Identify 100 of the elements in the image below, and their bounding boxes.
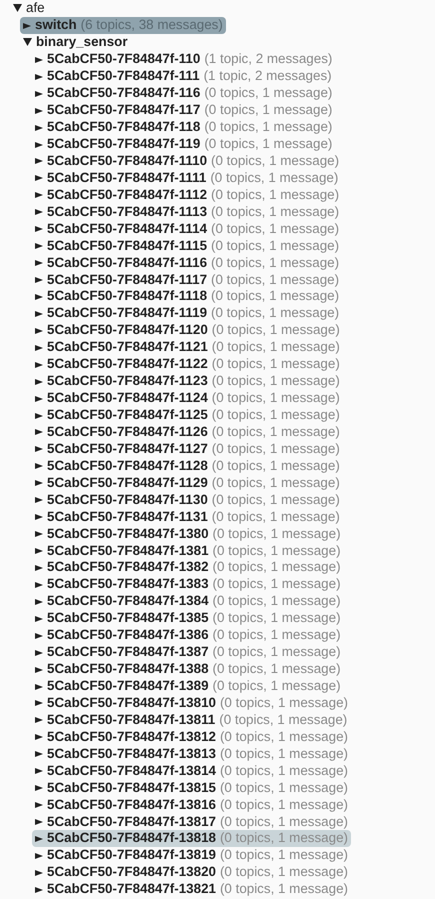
- tree-item[interactable]: 5CabCF50-7F84847f-1383 (0 topics, 1 message): [32, 576, 344, 594]
- expand-triangle-icon[interactable]: [35, 564, 43, 571]
- collapse-triangle-icon[interactable]: [23, 38, 32, 46]
- expand-triangle-icon[interactable]: [35, 666, 43, 673]
- tree-item[interactable]: 5CabCF50-7F84847f-1386 (0 topics, 1 message): [32, 627, 344, 644]
- expand-triangle-icon[interactable]: [35, 142, 43, 148]
- tree-item[interactable]: 5CabCF50-7F84847f-1124 (0 topics, 1 message): [32, 390, 343, 408]
- expand-triangle-icon[interactable]: [35, 717, 43, 724]
- tree-item[interactable]: 5CabCF50-7F84847f-13814 (0 topics, 1 message): [32, 762, 351, 780]
- tree-item[interactable]: 5CabCF50-7F84847f-119 (0 topics, 1 message): [32, 136, 336, 153]
- expand-triangle-icon[interactable]: [35, 90, 43, 97]
- expand-triangle-icon[interactable]: [35, 531, 43, 538]
- expand-triangle-icon[interactable]: [35, 412, 43, 418]
- tree-item[interactable]: 5CabCF50-7F84847f-1112 (0 topics, 1 message): [32, 186, 342, 204]
- tree-item[interactable]: 5CabCF50-7F84847f-117 (0 topics, 1 message): [32, 102, 336, 120]
- expand-triangle-icon[interactable]: [35, 632, 43, 639]
- expand-triangle-icon[interactable]: [35, 328, 43, 334]
- tree-item[interactable]: 5CabCF50-7F84847f-118 (0 topics, 1 message): [32, 119, 336, 136]
- expand-triangle-icon[interactable]: [35, 310, 43, 317]
- expand-triangle-icon[interactable]: [35, 616, 43, 622]
- tree-item[interactable]: 5CabCF50-7F84847f-1114 (0 topics, 1 message): [32, 220, 342, 238]
- expand-triangle-icon[interactable]: [35, 700, 43, 706]
- expand-triangle-icon[interactable]: [35, 802, 43, 808]
- expand-triangle-icon[interactable]: [35, 277, 43, 283]
- tree-item[interactable]: 5CabCF50-7F84847f-1126 (0 topics, 1 message): [32, 424, 343, 441]
- tree-item[interactable]: 5CabCF50-7F84847f-1117 (0 topics, 1 message): [32, 272, 342, 288]
- expand-triangle-icon[interactable]: [35, 429, 43, 436]
- tree-item[interactable]: 5CabCF50-7F84847f-1380 (0 topics, 1 message): [32, 526, 344, 543]
- tree-item[interactable]: 5CabCF50-7F84847f-1130 (0 topics, 1 message): [32, 492, 343, 509]
- tree-item[interactable]: 5CabCF50-7F84847f-1110 (0 topics, 1 message): [32, 152, 342, 170]
- expand-triangle-icon[interactable]: [35, 870, 43, 876]
- tree-item[interactable]: 5CabCF50-7F84847f-13820 (0 topics, 1 message): [32, 864, 351, 882]
- expand-triangle-icon[interactable]: [35, 209, 43, 216]
- tree-item[interactable]: 5CabCF50-7F84847f-1111 (0 topics, 1 message): [32, 170, 342, 187]
- tree-item[interactable]: 5CabCF50-7F84847f-13816 (0 topics, 1 message): [32, 796, 351, 814]
- expand-triangle-icon[interactable]: [35, 582, 43, 588]
- tree-item[interactable]: 5CabCF50-7F84847f-1122 (0 topics, 1 message): [32, 356, 343, 374]
- expand-triangle-icon[interactable]: [35, 598, 43, 605]
- expand-triangle-icon[interactable]: [35, 362, 43, 368]
- expand-triangle-icon[interactable]: [35, 650, 43, 656]
- tree-item[interactable]: binary_sensor: [20, 34, 131, 51]
- expand-triangle-icon[interactable]: [35, 175, 43, 182]
- expand-triangle-icon[interactable]: [35, 514, 43, 520]
- expand-triangle-icon[interactable]: [35, 497, 43, 504]
- expand-triangle-icon[interactable]: [35, 378, 43, 385]
- expand-triangle-icon[interactable]: [35, 124, 43, 131]
- expand-triangle-icon[interactable]: [35, 785, 43, 792]
- expand-triangle-icon[interactable]: [35, 836, 43, 842]
- expand-triangle-icon[interactable]: [35, 108, 43, 114]
- tree-item[interactable]: 5CabCF50-7F84847f-1116 (0 topics, 1 message): [32, 254, 342, 272]
- expand-triangle-icon[interactable]: [35, 192, 43, 198]
- tree-item[interactable]: 5CabCF50-7F84847f-1382 (0 topics, 1 message): [32, 559, 344, 576]
- tree-item[interactable]: 5CabCF50-7F84847f-1381 (0 topics, 1 message): [32, 542, 344, 560]
- tree-item[interactable]: 5CabCF50-7F84847f-1119 (0 topics, 1 message): [32, 305, 342, 322]
- tree-item[interactable]: 5CabCF50-7F84847f-1385 (0 topics, 1 message): [32, 610, 344, 628]
- tree-item[interactable]: 5CabCF50-7F84847f-1113 (0 topics, 1 message): [32, 204, 342, 221]
- expand-triangle-icon[interactable]: [35, 226, 43, 232]
- expand-triangle-icon[interactable]: [35, 548, 43, 554]
- tree-item[interactable]: 5CabCF50-7F84847f-110 (1 topic, 2 messages): [32, 51, 336, 68]
- tree-item[interactable]: 5CabCF50-7F84847f-1118 (0 topics, 1 message): [32, 288, 342, 306]
- tree-item[interactable]: 5CabCF50-7F84847f-1123 (0 topics, 1 message): [32, 373, 343, 390]
- expand-triangle-icon[interactable]: [35, 260, 43, 266]
- tree-item[interactable]: 5CabCF50-7F84847f-13818 (0 topics, 1 message): [32, 830, 351, 848]
- tree-item[interactable]: 5CabCF50-7F84847f-111 (1 topic, 2 messages): [32, 68, 335, 86]
- tree-item[interactable]: 5CabCF50-7F84847f-13819 (0 topics, 1 message): [32, 847, 351, 864]
- expand-triangle-icon[interactable]: [35, 886, 43, 893]
- tree-item[interactable]: 5CabCF50-7F84847f-1131 (0 topics, 1 message): [32, 508, 343, 526]
- tree-item[interactable]: 5CabCF50-7F84847f-1388 (0 topics, 1 message): [32, 661, 344, 678]
- expand-triangle-icon[interactable]: [35, 158, 43, 164]
- expand-triangle-icon[interactable]: [35, 243, 43, 250]
- expand-triangle-icon[interactable]: [23, 22, 31, 29]
- expand-triangle-icon[interactable]: [35, 56, 43, 63]
- expand-triangle-icon[interactable]: [35, 768, 43, 774]
- tree-item[interactable]: 5CabCF50-7F84847f-1129 (0 topics, 1 message): [32, 474, 343, 492]
- tree-item[interactable]: 5CabCF50-7F84847f-13810 (0 topics, 1 message): [32, 694, 351, 712]
- expand-triangle-icon[interactable]: [35, 396, 43, 402]
- tree-item[interactable]: 5CabCF50-7F84847f-13817 (0 topics, 1 message): [32, 814, 351, 830]
- tree-item[interactable]: 5CabCF50-7F84847f-1127 (0 topics, 1 message): [32, 440, 343, 458]
- tree-item[interactable]: 5CabCF50-7F84847f-1115 (0 topics, 1 message): [32, 238, 342, 255]
- collapse-triangle-icon[interactable]: [13, 4, 22, 12]
- expand-triangle-icon[interactable]: [35, 684, 43, 690]
- tree-item[interactable]: 5CabCF50-7F84847f-1121 (0 topics, 1 message): [32, 339, 343, 356]
- tree-item[interactable]: 5CabCF50-7F84847f-13815 (0 topics, 1 message): [32, 780, 351, 797]
- tree-item[interactable]: 5CabCF50-7F84847f-13812 (0 topics, 1 message): [32, 728, 351, 746]
- tree-item[interactable]: 5CabCF50-7F84847f-1125 (0 topics, 1 message): [32, 407, 343, 424]
- tree-item[interactable]: 5CabCF50-7F84847f-1387 (0 topics, 1 message): [32, 644, 344, 662]
- tree-item[interactable]: 5CabCF50-7F84847f-13821 (0 topics, 1 message): [32, 881, 351, 898]
- expand-triangle-icon[interactable]: [35, 819, 43, 825]
- tree-item[interactable]: 5CabCF50-7F84847f-1128 (0 topics, 1 message): [32, 458, 343, 475]
- tree-item[interactable]: afe: [10, 0, 48, 17]
- tree-item[interactable]: 5CabCF50-7F84847f-1389 (0 topics, 1 message): [32, 678, 344, 695]
- expand-triangle-icon[interactable]: [35, 74, 43, 80]
- expand-triangle-icon[interactable]: [35, 480, 43, 486]
- expand-triangle-icon[interactable]: [35, 446, 43, 452]
- expand-triangle-icon[interactable]: [35, 344, 43, 351]
- expand-triangle-icon[interactable]: [35, 852, 43, 859]
- tree-item[interactable]: 5CabCF50-7F84847f-116 (0 topics, 1 message): [32, 85, 336, 102]
- tree-item[interactable]: 5CabCF50-7F84847f-1120 (0 topics, 1 message): [32, 322, 343, 340]
- tree-item[interactable]: 5CabCF50-7F84847f-13811 (0 topics, 1 message): [32, 712, 350, 729]
- tree-item[interactable]: switch (6 topics, 38 messages): [20, 17, 226, 34]
